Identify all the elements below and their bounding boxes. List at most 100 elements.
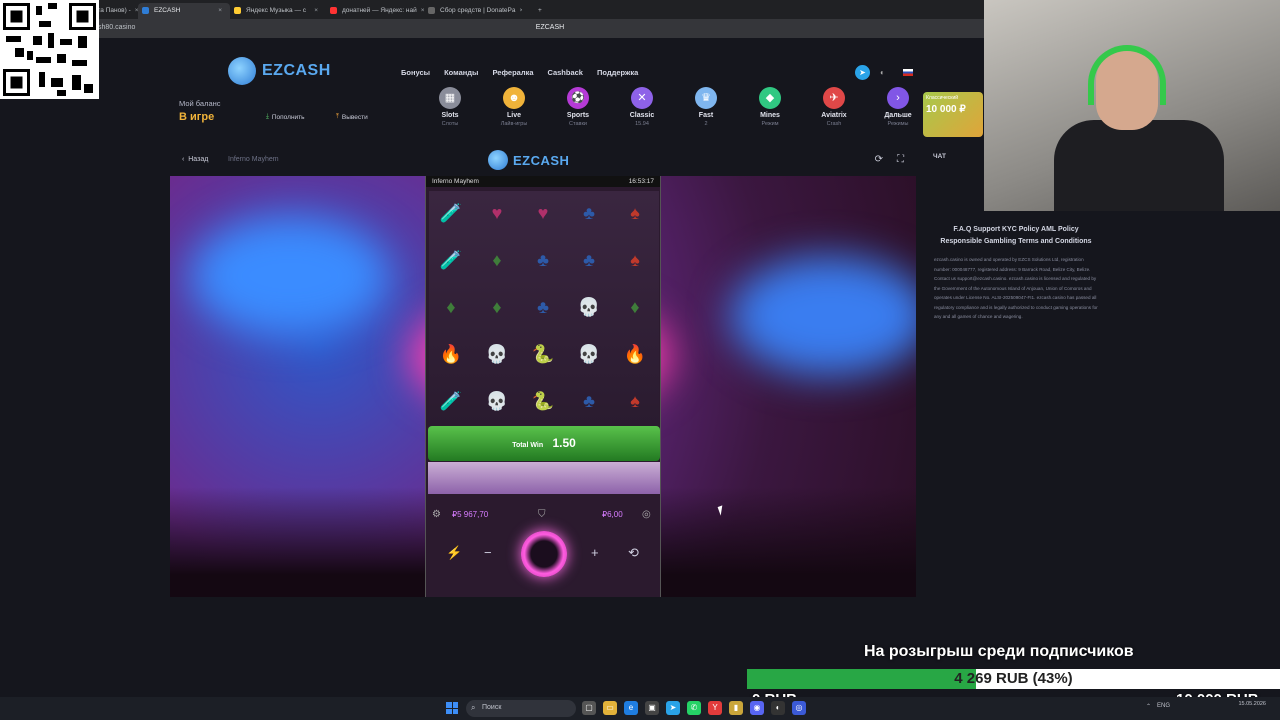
close-tab-icon[interactable]: × bbox=[417, 7, 424, 14]
stage-light bbox=[190, 216, 390, 336]
screen: дядька, во×Bardak (Никита Панов) -×EZCAS… bbox=[0, 0, 1280, 720]
favicon-icon bbox=[428, 6, 435, 14]
game-category-mines[interactable]: ◆ Mines Режим bbox=[738, 87, 802, 127]
reel-symbol: ♣ bbox=[583, 391, 595, 411]
browser-tab[interactable]: Сбор средств | DonatePa × bbox=[424, 3, 522, 19]
game-category-sub: Лайв-игры bbox=[500, 121, 528, 127]
theme-toggle-icon[interactable]: ◐ bbox=[880, 68, 885, 77]
game-category-sports[interactable]: ⚽ Sports Ставки bbox=[546, 87, 610, 127]
game-category-fast[interactable]: ♛ Fast 2 bbox=[674, 87, 738, 127]
total-win-banner: Total Win 1.50 bbox=[428, 426, 660, 461]
store-icon[interactable]: ▣ bbox=[645, 701, 659, 715]
game-category-sub: Режимы bbox=[887, 121, 909, 127]
game-category-name: Fast bbox=[698, 112, 714, 119]
balance-value: В игре bbox=[179, 111, 215, 123]
game-category-live[interactable]: ☻ Live Лайв-игры bbox=[482, 87, 546, 127]
yandex-icon[interactable]: Y bbox=[708, 701, 722, 715]
browser-tab[interactable]: EZCASH × bbox=[138, 2, 230, 19]
close-tab-icon[interactable]: × bbox=[131, 7, 138, 14]
tray-chevron-icon[interactable]: ⌃ bbox=[1146, 703, 1151, 710]
back-button[interactable]: ‹ Назад bbox=[182, 156, 208, 163]
stage-light bbox=[730, 256, 916, 376]
game-category-slots[interactable]: ▦ Slots Слоты bbox=[418, 87, 482, 127]
whatsapp-icon[interactable]: ✆ bbox=[687, 701, 701, 715]
ball-icon: ⚽ bbox=[567, 87, 589, 109]
game-category-дальше[interactable]: › Дальше Режимы bbox=[866, 87, 930, 127]
promo-label: Классический bbox=[926, 95, 959, 101]
deposit-label: Пополнить bbox=[271, 113, 305, 121]
reel-symbol: 💀 bbox=[577, 297, 601, 317]
taskbar-date: 15.05.2026 bbox=[1238, 701, 1266, 707]
nav-referral[interactable]: Рефералка bbox=[492, 68, 533, 77]
bet-plus-button[interactable]: + bbox=[591, 545, 599, 560]
donation-progress-text: 4 269 RUB (43%) bbox=[954, 670, 1073, 687]
turbo-icon[interactable]: ⚡ bbox=[446, 545, 462, 561]
main-nav: Бонусы Команды Рефералка Cashback Поддер… bbox=[401, 68, 638, 77]
balance-block: Мой баланс В игре bbox=[179, 99, 221, 123]
game-category-name: Slots bbox=[441, 112, 459, 119]
discord-icon[interactable]: ◉ bbox=[750, 701, 764, 715]
task-view-icon[interactable]: ▢ bbox=[582, 701, 596, 715]
footer-links-row-1[interactable]: F.A.Q Support KYC Policy AML Policy bbox=[934, 224, 1098, 236]
promo-banner[interactable]: Классический 10 000 ₽ bbox=[923, 92, 983, 137]
chat-label[interactable]: ЧАТ bbox=[933, 153, 946, 160]
close-tab-icon[interactable]: × bbox=[214, 7, 222, 14]
slot-reels: 🧪 ♥ ♥ ♣ ♠ 🧪 ♦ ♣ ♣ ♠ ♦ ♦ ♣ 💀 ♦ 🔥 💀 🐍 💀 🔥 🧪 💀 🐍 ♣ ♠ bbox=[429, 191, 659, 426]
reel-symbol: ♦ bbox=[492, 250, 502, 270]
reel-symbol: 🔥 bbox=[623, 344, 647, 364]
game-category-name: Sports bbox=[566, 112, 590, 119]
game-header-icons: ⟳ ⛶ bbox=[875, 154, 904, 165]
explorer-icon[interactable]: ▭ bbox=[603, 701, 617, 715]
game-category-name: Live bbox=[506, 112, 521, 119]
edge-icon[interactable]: e bbox=[624, 701, 638, 715]
nav-cashback[interactable]: Cashback bbox=[548, 68, 583, 77]
browser-tab[interactable]: Яндекс Музыка — с × bbox=[230, 3, 326, 19]
settings-icon[interactable]: ⚙ bbox=[432, 509, 441, 520]
reel-symbol: 🐍 bbox=[531, 344, 555, 364]
taskbar-clock[interactable]: 15.05.2026 bbox=[1238, 701, 1266, 708]
bet-minus-button[interactable]: − bbox=[484, 545, 492, 560]
game-category-name: Mines bbox=[760, 112, 780, 119]
promo-amount: 10 000 ₽ bbox=[926, 104, 966, 115]
game-category-name: Classic bbox=[629, 112, 655, 119]
autoplay-icon[interactable]: ⟲ bbox=[628, 545, 639, 561]
feature-buy-row[interactable] bbox=[428, 462, 660, 494]
nav-teams[interactable]: Команды bbox=[444, 68, 478, 77]
chevron-right-icon: › bbox=[887, 87, 909, 109]
close-tab-icon[interactable]: × bbox=[310, 7, 318, 14]
game-category-name: Aviatrix bbox=[821, 112, 847, 119]
new-tab-icon[interactable]: + bbox=[522, 3, 550, 19]
site-logo[interactable]: EZCASH bbox=[228, 57, 331, 85]
refresh-icon[interactable]: ⟳ bbox=[875, 154, 883, 165]
nav-bonuses[interactable]: Бонусы bbox=[401, 68, 430, 77]
steam-icon[interactable]: ◐ bbox=[771, 701, 785, 715]
slot-balance: ₽5 967,70 bbox=[452, 509, 489, 519]
taskbar-apps: ▢ ▭ e ▣ ➤ ✆ Y ▮ ◉ ◐ ◎ bbox=[582, 701, 806, 715]
slot-title: Inferno Mayhem bbox=[432, 178, 479, 185]
footer-links-row-2[interactable]: Responsible Gambling Terms and Condition… bbox=[934, 236, 1098, 248]
browser-tab[interactable]: донатней — Яндекс: най × bbox=[326, 3, 424, 19]
telegram-icon[interactable]: ➤ bbox=[855, 65, 870, 80]
spin-button[interactable] bbox=[521, 531, 567, 577]
nav-support[interactable]: Поддержка bbox=[597, 68, 638, 77]
game-category-aviatrix[interactable]: ✈ Aviatrix Crash bbox=[802, 87, 866, 127]
slot-clock: 16:53:17 bbox=[628, 178, 654, 185]
obs-icon[interactable]: ▮ bbox=[729, 701, 743, 715]
download-icon: ⤓ bbox=[266, 113, 269, 120]
person-icon: ☻ bbox=[503, 87, 525, 109]
tray-lang[interactable]: ENG bbox=[1157, 703, 1170, 710]
deposit-button[interactable]: ⤓ Пополнить bbox=[266, 113, 305, 121]
brand-mark-icon bbox=[488, 150, 508, 170]
reel-symbol: ♥ bbox=[491, 203, 503, 223]
slot-machine: Inferno Mayhem 16:53:17 🧪 ♥ ♥ ♣ ♠ 🧪 ♦ ♣ ♣ ♠ ♦ ♦ ♣ 💀 ♦ 🔥… bbox=[425, 176, 661, 597]
language-flag-icon[interactable] bbox=[903, 69, 913, 76]
headphones bbox=[1088, 45, 1166, 105]
game-category-classic[interactable]: ✕ Classic 15.94 bbox=[610, 87, 674, 127]
fullscreen-icon[interactable]: ⛶ bbox=[897, 154, 904, 165]
chrome-icon[interactable]: ◎ bbox=[792, 701, 806, 715]
telegram-app-icon[interactable]: ➤ bbox=[666, 701, 680, 715]
taskbar-search[interactable]: ⌕ Поиск bbox=[466, 700, 576, 717]
coin-icon[interactable]: ◎ bbox=[642, 509, 651, 520]
withdraw-button[interactable]: ⤒ Вывести bbox=[336, 113, 368, 121]
start-button[interactable] bbox=[446, 702, 458, 714]
